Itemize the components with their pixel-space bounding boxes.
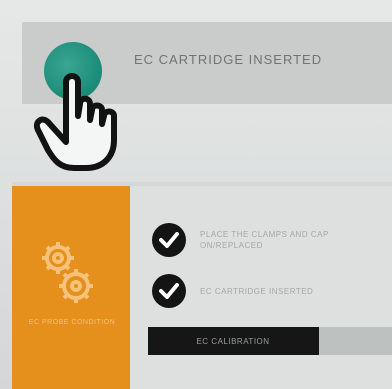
checklist-item-label: PLACE THE CLAMPS AND CAP ON/REPLACED <box>200 230 329 250</box>
probe-condition-label: EC PROBE CONDITION <box>28 319 116 326</box>
pointing-hand-icon <box>34 73 117 171</box>
checklist-item: PLACE THE CLAMPS AND CAP ON/REPLACED <box>152 223 350 257</box>
checklist-item-label: EC CARTRIDGE INSERTED <box>200 286 314 296</box>
banner-status-text: EC CARTRIDGE INSERTED <box>134 52 323 67</box>
check-icon <box>152 223 186 257</box>
calibration-progress-bar[interactable]: EC CALIBRATION <box>148 327 392 355</box>
check-icon <box>152 274 186 308</box>
checklist-item: EC CARTRIDGE INSERTED <box>152 274 350 308</box>
gear-icon <box>42 242 93 303</box>
progress-label: EC CALIBRATION <box>196 336 270 346</box>
